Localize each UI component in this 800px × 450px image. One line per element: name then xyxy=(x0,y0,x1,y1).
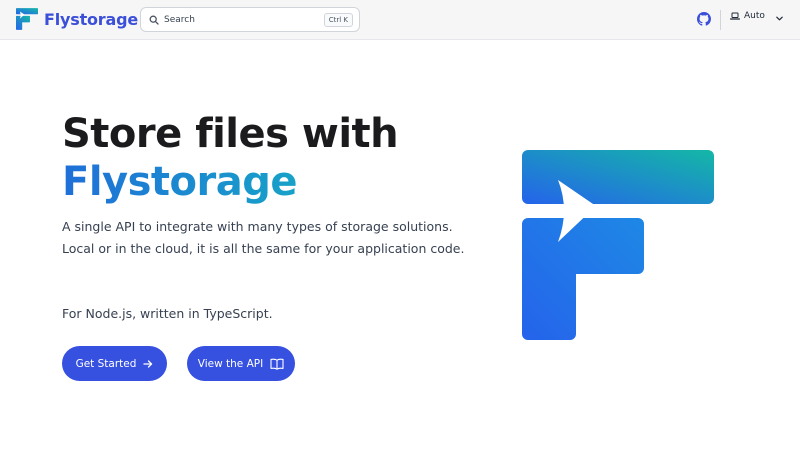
brand-link[interactable]: Flystorage xyxy=(16,8,138,30)
get-started-label: Get Started xyxy=(75,357,137,370)
search-placeholder: Search xyxy=(164,14,195,25)
flystorage-logo-icon xyxy=(16,8,38,30)
hero-title-line2: Flystorage xyxy=(62,159,298,205)
view-api-button[interactable]: View the API xyxy=(187,346,295,381)
chevron-down-icon[interactable] xyxy=(775,14,784,23)
search-icon xyxy=(149,15,159,25)
github-icon[interactable] xyxy=(697,12,711,26)
hero-description: A single API to integrate with many type… xyxy=(62,219,465,256)
theme-selector[interactable]: Auto xyxy=(730,11,765,21)
search-shortcut-hint: Ctrl K xyxy=(323,12,353,27)
navbar-divider xyxy=(720,10,721,30)
brand-name: Flystorage xyxy=(44,9,139,29)
hero-flystorage-logo xyxy=(522,150,714,340)
arrow-right-icon xyxy=(143,359,153,368)
hero-subtext: For Node.js, written in TypeScript. xyxy=(62,306,273,321)
hero-title-line1: Store files with xyxy=(62,111,399,157)
get-started-button[interactable]: Get Started xyxy=(62,346,167,381)
book-icon xyxy=(270,358,284,370)
view-api-label: View the API xyxy=(197,357,264,370)
theme-label: Auto xyxy=(744,11,765,21)
top-navbar: Flystorage Search Ctrl K Auto xyxy=(0,0,800,40)
search-input[interactable]: Search Ctrl K xyxy=(140,7,360,32)
laptop-icon xyxy=(730,12,740,20)
